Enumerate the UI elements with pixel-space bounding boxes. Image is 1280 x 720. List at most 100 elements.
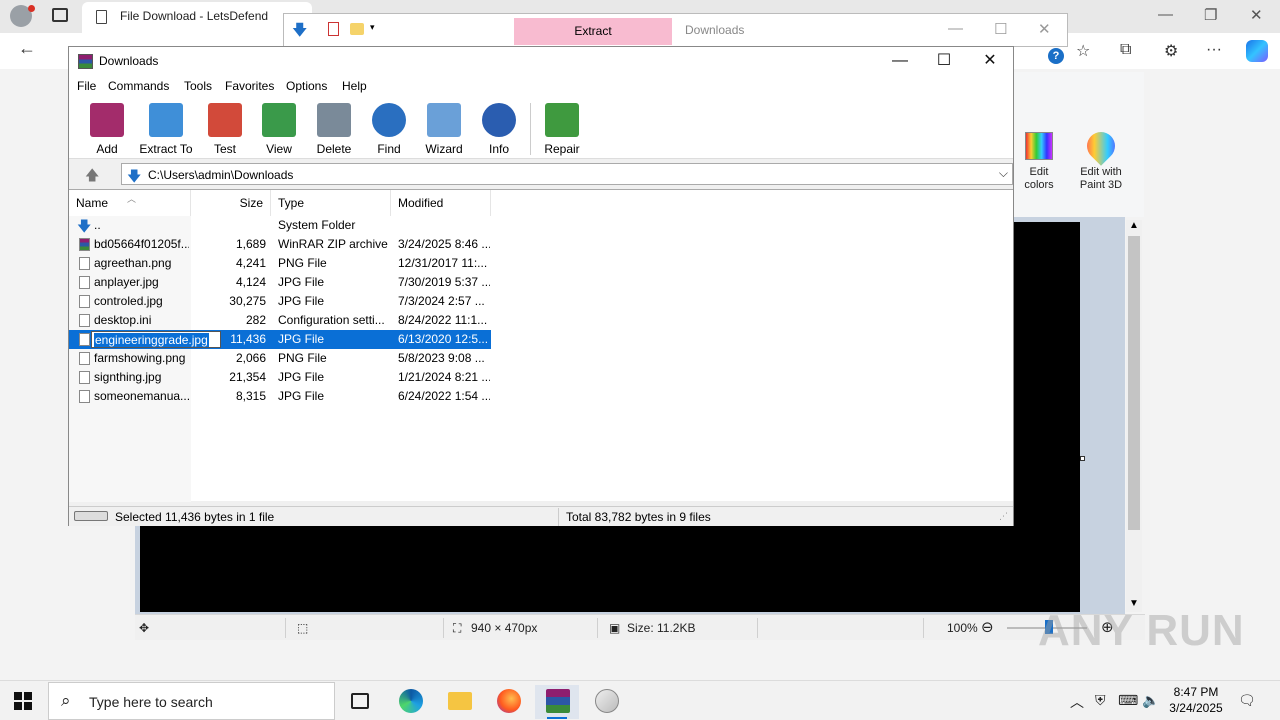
edge-icon (399, 689, 423, 713)
show-hidden-icons-icon[interactable]: ︿ (1070, 692, 1084, 712)
view-button[interactable]: View (251, 103, 307, 156)
file-size: 11,436 (230, 332, 266, 346)
search-icon: ⌕ (61, 691, 71, 710)
taskbar-firefox[interactable] (486, 685, 530, 719)
copilot-icon[interactable] (1246, 40, 1268, 62)
column-modified[interactable]: Modified (391, 190, 491, 216)
volume-icon[interactable]: 🔈 (1142, 692, 1159, 709)
edit-colors-button[interactable]: Edit colors (1015, 132, 1063, 192)
image-file-icon (79, 352, 90, 365)
clock-date: 3/24/2025 (1169, 701, 1223, 715)
collections-icon[interactable]: ⧉ (1120, 41, 1131, 59)
menu-tools[interactable]: Tools (184, 79, 212, 93)
file-row[interactable]: agreethan.png 4,241 PNG File 12/31/2017 11:… (69, 254, 491, 273)
column-size[interactable]: Size (191, 190, 271, 216)
add-button[interactable]: Add (79, 103, 135, 156)
up-folder-arrow-icon[interactable]: 🡅 (85, 165, 99, 189)
extract-to-button[interactable]: Extract To (135, 103, 197, 156)
taskbar-search-box[interactable]: ⌕ Type here to search (48, 682, 335, 720)
taskbar-winrar[interactable] (535, 685, 579, 719)
repair-button[interactable]: Repair (534, 103, 590, 156)
file-row[interactable]: 🡇.. System Folder (69, 216, 491, 235)
paint-help-icon-2[interactable]: ? (1048, 48, 1064, 64)
address-dropdown-icon[interactable]: ⌵ (999, 166, 1008, 181)
file-row[interactable]: someonemanua... 8,315 JPG File 6/24/2022 1:… (69, 387, 491, 406)
close-button[interactable]: ✕ (967, 49, 1013, 73)
zoom-out-button[interactable]: ⊖ (981, 618, 994, 636)
column-name[interactable]: Name ︿ (69, 190, 191, 216)
taskbar-edge[interactable] (388, 685, 432, 719)
back-button[interactable]: ← (18, 38, 36, 59)
drive-key-icons[interactable] (74, 511, 108, 521)
browser-restore-button[interactable]: ❐ (1204, 6, 1217, 24)
file-size: 30,275 (229, 294, 266, 308)
address-bar: 🡅 🡇 C:\Users\admin\Downloads ⌵ (69, 160, 1013, 188)
file-row[interactable]: anplayer.jpg 4,124 JPG File 7/30/2019 5:37 … (69, 273, 491, 292)
file-list[interactable]: Name ︿ Size Type Modified 🡇.. System Fold… (69, 189, 1013, 502)
taskbar-clock[interactable]: 8:47 PM 3/24/2025 (1160, 684, 1232, 716)
wizard-label: Wizard (425, 142, 463, 156)
task-view-button[interactable] (338, 685, 382, 719)
test-button[interactable]: Test (197, 103, 253, 156)
background-winrar-window[interactable]: 🡇 ▾ Extract Downloads — ☐ ✕ (283, 13, 1068, 47)
menu-commands[interactable]: Commands (108, 79, 169, 93)
scroll-up-arrow-icon[interactable]: ▲ (1129, 220, 1139, 231)
info-button[interactable]: Info (471, 103, 527, 156)
browser-tab[interactable]: File Download - LetsDefend (82, 2, 312, 33)
file-row[interactable]: engineeringgrade.jpg 11,436 JPG File 6/13/2… (69, 330, 491, 349)
file-row[interactable]: farmshowing.png 2,066 PNG File 5/8/2023 9:0… (69, 349, 491, 368)
file-name: signthing.jpg (94, 370, 162, 384)
tab-actions-icon[interactable] (52, 8, 68, 22)
taskbar-paint[interactable] (584, 685, 628, 719)
wizard-button[interactable]: Wizard (416, 103, 472, 156)
bg-maximize-button[interactable]: ☐ (994, 20, 1007, 38)
extract-tab[interactable]: Extract (514, 18, 672, 45)
file-size: 8,315 (235, 389, 266, 403)
file-modified: 1/21/2024 8:21 ... (398, 370, 490, 384)
network-icon[interactable]: ⌨ (1118, 692, 1138, 709)
favorites-icon[interactable]: ☆ (1076, 41, 1090, 61)
quick-access-dropdown-icon[interactable]: ▾ (370, 22, 375, 33)
winrar-titlebar[interactable]: Downloads — ☐ ✕ (69, 47, 1013, 75)
file-modified: 7/3/2024 2:57 ... (398, 294, 485, 308)
taskbar-file-explorer[interactable] (437, 685, 481, 719)
address-path: C:\Users\admin\Downloads (148, 168, 294, 182)
download-arrow-icon: 🡇 (292, 22, 308, 39)
menu-options[interactable]: Options (286, 79, 327, 93)
security-icon[interactable]: ⛨ (1095, 692, 1106, 709)
wizard-wand-icon (427, 103, 461, 137)
browser-minimize-button[interactable]: — (1158, 6, 1173, 23)
file-name: agreethan.png (94, 256, 172, 270)
minimize-button[interactable]: — (877, 49, 923, 73)
address-field[interactable]: 🡇 C:\Users\admin\Downloads ⌵ (121, 163, 1013, 185)
file-row[interactable]: bd05664f01205f... 1,689 WinRAR ZIP archive… (69, 235, 491, 254)
canvas-resize-handle[interactable] (1080, 456, 1085, 461)
bg-minimize-button[interactable]: — (948, 20, 963, 37)
menu-help[interactable]: Help (342, 79, 367, 93)
file-row[interactable]: desktop.ini 282 Configuration setti... 8/24… (69, 311, 491, 330)
windows-start-icon[interactable] (14, 692, 32, 710)
bg-close-button[interactable]: ✕ (1038, 20, 1051, 38)
settings-more-button[interactable]: ··· (1206, 41, 1222, 59)
delete-button[interactable]: Delete (306, 103, 362, 156)
info-icon (482, 103, 516, 137)
paint-scroll-thumb[interactable] (1128, 236, 1140, 530)
column-type[interactable]: Type (271, 190, 391, 216)
file-modified: 3/24/2025 8:46 ... (398, 237, 490, 251)
edit-colors-label-2: colors (1024, 179, 1054, 191)
file-row[interactable]: controled.jpg 30,275 JPG File 7/3/2024 2:57… (69, 292, 491, 311)
maximize-button[interactable]: ☐ (921, 49, 967, 73)
edit-with-paint3d-button[interactable]: Edit with Paint 3D (1071, 126, 1131, 192)
file-size-icon: ▣ (609, 621, 621, 635)
find-button[interactable]: Find (361, 103, 417, 156)
file-row[interactable]: signthing.jpg 21,354 JPG File 1/21/2024 8:2… (69, 368, 491, 387)
menu-favorites[interactable]: Favorites (225, 79, 274, 93)
resize-grip-icon[interactable]: ⋰ (999, 511, 1008, 522)
notifications-icon[interactable]: 🗨 (1238, 692, 1256, 709)
taskbar: ⌕ Type here to search ︿ ⛨ ⌨ 🔈 8:47 PM 3/… (0, 680, 1280, 720)
repair-kit-icon (545, 103, 579, 137)
file-list-header: Name ︿ Size Type Modified (69, 190, 1013, 216)
extensions-icon[interactable]: ⚙ (1164, 41, 1178, 61)
browser-close-button[interactable]: ✕ (1250, 6, 1263, 24)
menu-file[interactable]: File (77, 79, 96, 93)
